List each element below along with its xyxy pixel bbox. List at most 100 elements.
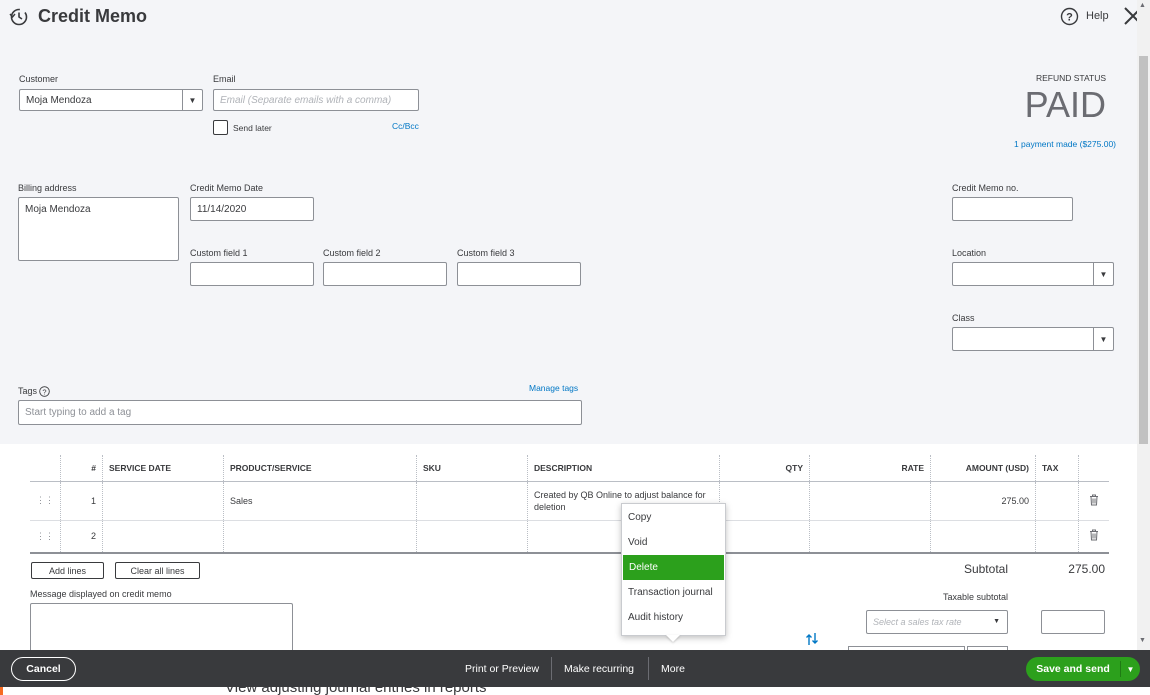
background-page-text: View adjusting journal entries in report… xyxy=(225,687,487,695)
service-date-cell[interactable] xyxy=(102,520,224,554)
send-later-label: Send later xyxy=(233,123,272,133)
cc-bcc-link[interactable]: Cc/Bcc xyxy=(392,121,419,131)
background-page: View adjusting journal entries in report… xyxy=(0,687,1150,695)
manage-tags-link[interactable]: Manage tags xyxy=(529,383,578,393)
menu-item-audit-history[interactable]: Audit history xyxy=(622,605,725,630)
billing-address-label: Billing address xyxy=(18,183,77,193)
customer-select[interactable]: Moja Mendoza ▼ xyxy=(19,89,203,111)
custom-field-2-label: Custom field 2 xyxy=(323,248,381,258)
tags-input[interactable]: Start typing to add a tag xyxy=(18,400,582,425)
chevron-down-icon[interactable]: ▼ xyxy=(1093,263,1113,285)
location-label: Location xyxy=(952,248,987,258)
custom-field-2-input[interactable] xyxy=(323,262,447,286)
save-and-send-button[interactable]: Save and send xyxy=(1026,657,1120,681)
subtotal-value: 275.00 xyxy=(1068,562,1105,576)
amount-cell[interactable] xyxy=(930,520,1036,554)
table-row[interactable]: ⋮⋮ 2 xyxy=(30,520,1109,554)
column-header-rate: RATE xyxy=(809,455,931,482)
trash-icon[interactable] xyxy=(1078,520,1109,554)
message-textarea[interactable] xyxy=(30,603,293,650)
credit-memo-date-value: 11/14/2020 xyxy=(197,203,247,215)
drag-handle-icon[interactable]: ⋮⋮ xyxy=(30,481,61,521)
sku-cell[interactable] xyxy=(416,481,528,521)
chevron-down-icon[interactable]: ▼ xyxy=(1093,328,1113,350)
column-header-amount: AMOUNT (USD) xyxy=(930,455,1036,482)
email-input[interactable]: Email (Separate emails with a comma) xyxy=(213,89,419,111)
credit-memo-date-input[interactable]: 11/14/2020 xyxy=(190,197,314,221)
footer-divider xyxy=(648,657,649,680)
credit-memo-no-input[interactable] xyxy=(952,197,1073,221)
payment-made-link[interactable]: 1 payment made ($275.00) xyxy=(960,139,1116,149)
row-number: 1 xyxy=(60,481,103,521)
column-header-tax: TAX xyxy=(1035,455,1079,482)
trash-icon[interactable] xyxy=(1078,481,1109,521)
chevron-down-icon[interactable]: ▼ xyxy=(993,618,1000,625)
column-header-product: PRODUCT/SERVICE xyxy=(223,455,417,482)
tags-placeholder: Start typing to add a tag xyxy=(25,407,132,418)
tax-amount-input[interactable] xyxy=(1041,610,1105,634)
help-link[interactable]: Help xyxy=(1086,10,1109,22)
drag-column-header xyxy=(30,455,61,482)
footer-divider xyxy=(551,657,552,680)
rate-cell[interactable] xyxy=(809,520,931,554)
email-label: Email xyxy=(213,74,236,84)
menu-item-delete[interactable]: Delete xyxy=(623,555,724,580)
info-icon[interactable]: ? xyxy=(39,384,50,397)
scroll-up-icon[interactable]: ▲ xyxy=(1139,2,1146,9)
billing-address-input[interactable]: Moja Mendoza xyxy=(18,197,179,261)
service-date-cell[interactable] xyxy=(102,481,224,521)
svg-text:?: ? xyxy=(42,387,46,396)
scroll-down-icon[interactable]: ▼ xyxy=(1139,637,1146,644)
menu-item-copy[interactable]: Copy xyxy=(622,505,725,530)
tax-cell[interactable] xyxy=(1035,481,1079,521)
amount-cell[interactable]: 275.00 xyxy=(930,481,1036,521)
chevron-down-icon[interactable]: ▼ xyxy=(1121,657,1140,681)
row-number: 2 xyxy=(60,520,103,554)
rate-cell[interactable] xyxy=(809,481,931,521)
tags-label: Tags xyxy=(18,386,38,396)
location-select[interactable]: ▼ xyxy=(952,262,1114,286)
sales-tax-rate-select[interactable]: Select a sales tax rate ▼ xyxy=(866,610,1008,634)
custom-field-3-input[interactable] xyxy=(457,262,581,286)
custom-field-3-label: Custom field 3 xyxy=(457,248,515,258)
drag-handle-icon[interactable]: ⋮⋮ xyxy=(30,520,61,554)
table-row[interactable]: ⋮⋮ 1 Sales Created by QB Online to adjus… xyxy=(30,481,1109,521)
print-preview-button[interactable]: Print or Preview xyxy=(465,650,539,687)
product-cell[interactable] xyxy=(223,520,417,554)
credit-memo-date-label: Credit Memo Date xyxy=(190,183,264,193)
product-cell[interactable]: Sales xyxy=(223,481,417,521)
column-header-sku: SKU xyxy=(416,455,528,482)
email-placeholder: Email (Separate emails with a comma) xyxy=(220,94,392,106)
sales-tax-rate-placeholder: Select a sales tax rate xyxy=(873,617,962,627)
cancel-button[interactable]: Cancel xyxy=(11,657,76,681)
sku-cell[interactable] xyxy=(416,520,528,554)
class-select[interactable]: ▼ xyxy=(952,327,1114,351)
add-lines-button[interactable]: Add lines xyxy=(31,562,104,579)
scrollbar-thumb[interactable] xyxy=(1139,56,1148,444)
column-header-service-date: SERVICE DATE xyxy=(102,455,224,482)
background-accent-bar xyxy=(0,687,3,695)
page-title: Credit Memo xyxy=(38,6,148,26)
sort-arrows-icon[interactable] xyxy=(802,630,822,648)
menu-pointer xyxy=(666,635,680,642)
clear-all-lines-button[interactable]: Clear all lines xyxy=(115,562,200,579)
line-items-table: # SERVICE DATE PRODUCT/SERVICE SKU DESCR… xyxy=(30,455,1109,554)
refund-status-label: REFUND STATUS xyxy=(1035,73,1106,83)
class-label: Class xyxy=(952,313,975,323)
qty-cell[interactable] xyxy=(719,520,810,554)
custom-field-1-input[interactable] xyxy=(190,262,314,286)
help-icon[interactable]: ? xyxy=(1060,7,1079,26)
send-later-checkbox[interactable] xyxy=(213,120,228,135)
tax-cell[interactable] xyxy=(1035,520,1079,554)
footer-bar: Cancel Print or Preview Make recurring M… xyxy=(0,650,1150,687)
subtotal-label: Subtotal xyxy=(963,562,1008,576)
credit-memo-no-label: Credit Memo no. xyxy=(952,183,1019,193)
history-icon[interactable] xyxy=(8,6,30,28)
more-button[interactable]: More xyxy=(661,650,685,687)
chevron-down-icon[interactable]: ▼ xyxy=(182,90,202,110)
menu-item-transaction-journal[interactable]: Transaction journal xyxy=(622,580,725,605)
qty-cell[interactable] xyxy=(719,481,810,521)
make-recurring-button[interactable]: Make recurring xyxy=(564,650,634,687)
save-and-send-button-group: Save and send ▼ xyxy=(1026,657,1140,681)
menu-item-void[interactable]: Void xyxy=(622,530,725,555)
